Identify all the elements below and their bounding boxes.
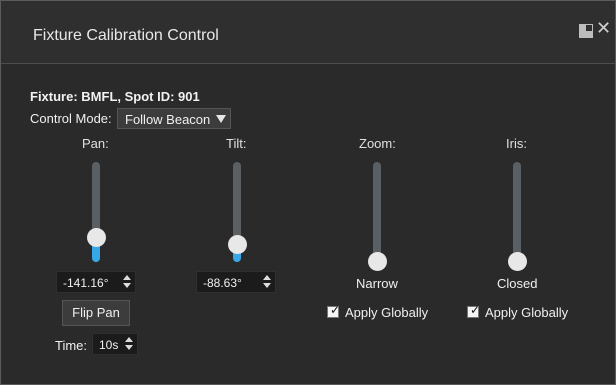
time-spinbox[interactable]: 10s bbox=[92, 333, 138, 355]
spin-arrows-icon[interactable] bbox=[125, 337, 133, 351]
arrow-up-icon[interactable] bbox=[125, 337, 133, 342]
pan-label: Pan: bbox=[82, 136, 109, 151]
fixture-info: Fixture: BMFL, Spot ID: 901 bbox=[30, 89, 200, 104]
spin-arrows-icon[interactable] bbox=[123, 275, 131, 289]
control-mode-label: Control Mode: bbox=[30, 111, 112, 126]
arrow-up-icon[interactable] bbox=[263, 275, 271, 280]
flip-pan-button[interactable]: Flip Pan bbox=[62, 300, 130, 326]
zoom-apply-globally-label[interactable]: Apply Globally bbox=[345, 305, 428, 320]
checkmark-icon: ✓ bbox=[470, 303, 481, 317]
iris-label: Iris: bbox=[506, 136, 527, 151]
pan-value-spinbox[interactable]: -141.16° bbox=[56, 271, 136, 293]
zoom-value: Narrow bbox=[356, 276, 398, 291]
iris-slider-track[interactable] bbox=[513, 162, 521, 262]
zoom-label: Zoom: bbox=[359, 136, 396, 151]
time-value: 10s bbox=[99, 338, 119, 352]
tilt-label: Tilt: bbox=[226, 136, 247, 151]
pan-value: -141.16° bbox=[63, 276, 109, 290]
arrow-down-icon[interactable] bbox=[263, 283, 271, 288]
chevron-down-icon bbox=[216, 115, 226, 123]
time-label: Time: bbox=[55, 338, 88, 353]
iris-apply-globally-checkbox[interactable]: ✓ bbox=[467, 303, 481, 318]
window-title: Fixture Calibration Control bbox=[33, 27, 219, 44]
restore-icon[interactable] bbox=[579, 24, 593, 38]
tilt-value: -88.63° bbox=[203, 276, 242, 290]
iris-apply-globally-label[interactable]: Apply Globally bbox=[485, 305, 568, 320]
arrow-up-icon[interactable] bbox=[123, 275, 131, 280]
zoom-slider-track[interactable] bbox=[373, 162, 381, 262]
arrow-down-icon[interactable] bbox=[125, 345, 133, 350]
spin-arrows-icon[interactable] bbox=[263, 275, 271, 289]
zoom-slider-thumb[interactable] bbox=[368, 252, 387, 271]
checkmark-icon: ✓ bbox=[330, 303, 341, 317]
control-mode-select[interactable]: Follow Beacon bbox=[117, 108, 231, 129]
iris-slider-thumb[interactable] bbox=[508, 252, 527, 271]
control-mode-value: Follow Beacon bbox=[125, 112, 211, 127]
tilt-value-spinbox[interactable]: -88.63° bbox=[196, 271, 276, 293]
arrow-down-icon[interactable] bbox=[123, 283, 131, 288]
pan-slider-track[interactable] bbox=[92, 162, 100, 262]
iris-value: Closed bbox=[497, 276, 538, 291]
zoom-apply-globally-checkbox[interactable]: ✓ bbox=[327, 303, 341, 318]
pan-slider-thumb[interactable] bbox=[87, 228, 106, 247]
close-icon[interactable]: ✕ bbox=[596, 19, 611, 37]
window-titlebar[interactable]: Fixture Calibration Control ✕ bbox=[1, 1, 615, 64]
tilt-slider-thumb[interactable] bbox=[228, 235, 247, 254]
